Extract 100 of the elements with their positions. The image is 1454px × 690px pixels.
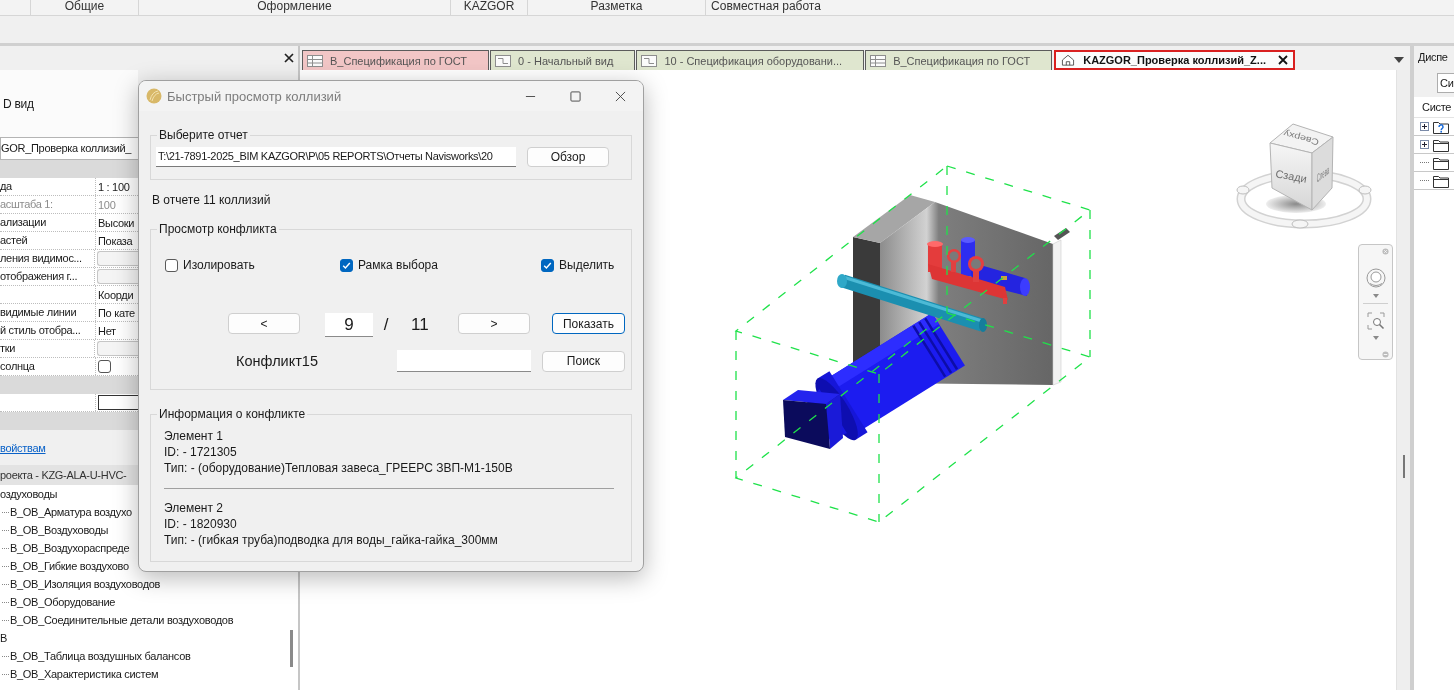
checkbox[interactable] <box>340 258 353 272</box>
element-heading: Элемент 2 <box>164 501 223 515</box>
property-value: Коорди <box>98 288 134 301</box>
property-name: й стиль отобра... <box>0 324 81 336</box>
checkbox-label: Изолировать <box>183 258 255 272</box>
checkbox[interactable] <box>165 258 178 272</box>
value-field[interactable] <box>98 395 138 410</box>
tree-connector <box>2 619 9 621</box>
view-tab[interactable]: 0 - Начальный вид <box>490 50 636 70</box>
element-id: ID: - 1721305 <box>164 445 237 459</box>
fitting-icon <box>1054 228 1070 240</box>
checkbox-label: Выделить <box>559 258 615 272</box>
zoom-extents-icon[interactable] <box>1366 312 1385 330</box>
property-name: ализации <box>0 216 47 228</box>
clash-total: 11 <box>411 315 429 334</box>
table-icon <box>870 54 887 67</box>
tree-item[interactable]: В_ОВ_Воздуховоды <box>10 521 109 539</box>
property-name: ления видимос... <box>0 252 82 264</box>
view-tab[interactable]: В_Спецификация по ГОСТ <box>865 50 1053 70</box>
clash-count-text: В отчете 11 коллизий <box>151 193 271 207</box>
expand-icon[interactable] <box>1420 122 1429 131</box>
tree-connector <box>2 673 9 675</box>
steering-wheel-icon[interactable] <box>1365 268 1386 288</box>
element-id: ID: - 1820930 <box>164 517 237 531</box>
system-selector[interactable]: Си <box>1437 72 1454 93</box>
element-type: Тип: - (оборудование)Тепловая завеса_ГРЕЕРС ЗВП-М1-150В <box>164 461 513 475</box>
property-value: Показа <box>98 234 133 247</box>
group-label: Выберите отчет <box>158 128 249 142</box>
house-icon <box>1060 54 1077 66</box>
ribbon-panel-title: Оформление <box>257 0 332 13</box>
scrollbar-thumb[interactable] <box>290 630 293 667</box>
property-value: Высоки <box>98 216 135 229</box>
properties-link[interactable]: войствам <box>0 441 46 454</box>
tree-item[interactable]: В_ОВ_Таблица воздушных балансов <box>10 647 191 665</box>
property-name: да <box>0 180 12 192</box>
unknown-folder-icon <box>1433 119 1449 134</box>
property-name: астей <box>0 234 28 246</box>
table-icon <box>307 54 323 67</box>
tree-item[interactable]: В <box>0 629 8 647</box>
folder-icon <box>1433 137 1449 152</box>
close-icon[interactable] <box>284 53 294 63</box>
plan-view-icon <box>495 54 512 67</box>
tree-item[interactable]: В_ОВ_Гибкие воздухово <box>10 557 129 575</box>
plan-view-icon <box>641 54 658 67</box>
folder-icon <box>1433 173 1449 188</box>
tree-connector <box>2 583 9 585</box>
element-type: Тип: - (гибкая труба)подводка для воды_гайка-гайка_300мм <box>164 533 498 547</box>
element-heading: Элемент 1 <box>164 429 223 443</box>
property-name: тки <box>0 342 16 354</box>
view-tab[interactable]: 10 - Спецификация оборудовани... <box>636 50 865 70</box>
tree-item[interactable]: В_ОВ_Соединительные детали воздуховодов <box>10 611 234 629</box>
search-field[interactable] <box>397 350 531 372</box>
checkbox[interactable] <box>98 360 111 373</box>
panel-title: Диспе <box>1418 51 1448 63</box>
ribbon-panel-title: KAZGOR <box>463 0 515 13</box>
page-separator: / <box>383 314 389 336</box>
folder-icon <box>1433 155 1449 170</box>
search-button[interactable]: Поиск <box>542 350 625 372</box>
scrollbar-thumb[interactable] <box>1403 455 1405 478</box>
tree-connector <box>2 529 9 531</box>
close-icon[interactable] <box>615 90 626 102</box>
tree-item[interactable]: В_ОВ_Характеристика систем <box>10 665 159 683</box>
caret-icon[interactable] <box>1394 57 1404 63</box>
type-name: D вид <box>2 96 34 111</box>
checkbox[interactable] <box>541 258 554 272</box>
close-icon[interactable] <box>1278 55 1288 65</box>
tree-item[interactable]: В_ОВ_Изоляция воздуховодов <box>10 575 161 593</box>
tree-item[interactable]: В_ОВ_Арматура воздухо <box>10 503 132 521</box>
ribbon-panel-title: Совместная работа <box>711 0 821 13</box>
next-button[interactable]: > <box>458 313 530 334</box>
clash-number-field[interactable]: 9 <box>325 313 373 337</box>
property-value: 100 <box>98 198 116 211</box>
tree-item[interactable]: оздуховоды <box>0 485 58 503</box>
list-header: Систе <box>1422 101 1452 113</box>
view-selector[interactable]: GOR_Проверка коллизий_ <box>0 137 138 160</box>
view-tab[interactable]: В_Спецификация по ГОСТ <box>302 50 490 70</box>
expand-icon[interactable] <box>1420 140 1429 149</box>
dialog-title: Быстрый просмотр коллизий <box>167 88 342 104</box>
value-button[interactable] <box>97 251 138 266</box>
property-name: асштаба 1: <box>0 198 53 210</box>
view-tab[interactable]: KAZGOR_Проверка коллизий_Z... <box>1054 50 1295 70</box>
report-path-field[interactable]: T:\21-7891-2025_BIM KAZGOR\P\05 REPORTS\Отчеты Navisworks\20 <box>156 147 516 167</box>
tree-connector <box>2 511 9 513</box>
browser-title: роекта - KZG-ALA-U-HVC- <box>0 465 138 485</box>
tree-connector <box>2 655 9 657</box>
property-name: солнца <box>0 360 35 372</box>
show-button[interactable]: Показать <box>552 313 625 334</box>
property-value: Нет <box>98 324 116 337</box>
tree-item[interactable]: В_ОВ_Воздухораспреде <box>10 539 130 557</box>
clash-name: Конфликт15 <box>236 353 318 369</box>
property-name: видимые линии <box>0 306 77 318</box>
round-logo-icon <box>146 88 162 104</box>
value-button[interactable] <box>97 269 138 284</box>
tree-item[interactable]: В_ОВ_Оборудование <box>10 593 116 611</box>
property-name: отображения г... <box>0 270 78 282</box>
browse-button[interactable]: Обзор <box>527 147 609 167</box>
ribbon-panel-title: Разметка <box>590 0 643 13</box>
maximize-icon[interactable] <box>570 90 581 102</box>
property-value: 1 : 100 <box>98 180 130 193</box>
previous-button[interactable]: < <box>228 313 300 334</box>
